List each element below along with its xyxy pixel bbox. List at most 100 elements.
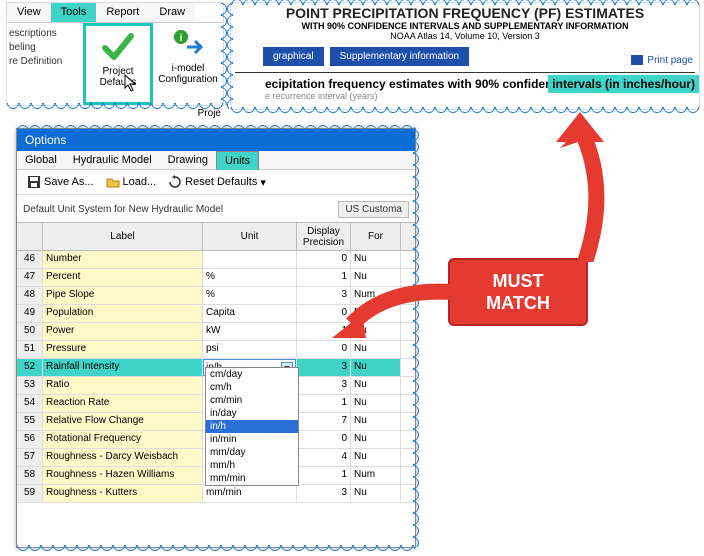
imodel-label2: Configuration — [158, 74, 217, 85]
noaa-tab-graphical[interactable]: graphical — [263, 47, 324, 66]
dropdown-option[interactable]: mm/day — [206, 446, 298, 459]
precision-cell: 3 — [297, 377, 351, 394]
format-cell: Nu — [351, 449, 401, 466]
dropdown-option[interactable]: cm/day — [206, 368, 298, 381]
format-cell: Num — [351, 467, 401, 484]
row-number: 57 — [17, 449, 43, 466]
format-cell: Nu — [351, 485, 401, 502]
svg-text:i: i — [180, 33, 183, 44]
grid-header: Label Unit Display Precision For — [17, 223, 415, 251]
precision-cell: 0 — [297, 341, 351, 358]
row-number: 52 — [17, 359, 43, 376]
project-defaults-button[interactable]: ProjectDefaults — [83, 23, 153, 105]
unit-cell[interactable]: mm/min — [203, 485, 297, 502]
row-label: Rotational Frequency — [43, 431, 203, 448]
format-cell: Nu — [351, 395, 401, 412]
checkmark-icon — [101, 30, 135, 64]
tab-drawing[interactable]: Drawing — [160, 151, 216, 169]
precision-cell: 4 — [297, 449, 351, 466]
dropdown-option[interactable]: in/day — [206, 407, 298, 420]
row-number: 59 — [17, 485, 43, 502]
save-as-button[interactable]: Save As... — [23, 174, 98, 190]
dropdown-option[interactable]: in/min — [206, 433, 298, 446]
noaa-title: POINT PRECIPITATION FREQUENCY (PF) ESTIM… — [231, 3, 699, 21]
tab-hydraulic-model[interactable]: Hydraulic Model — [65, 151, 160, 169]
options-title: Options — [17, 129, 415, 151]
imodel-icon: i — [171, 27, 205, 61]
unit-cell[interactable]: Capita — [203, 305, 297, 322]
imodel-label: i-model — [172, 63, 205, 74]
format-cell: Nu — [351, 413, 401, 430]
options-toolbar: Save As... Load... Reset Defaults ▾ — [17, 170, 415, 195]
dropdown-option[interactable]: mm/min — [206, 472, 298, 485]
precision-cell: 0 — [297, 431, 351, 448]
ribbon-left-item: beling — [9, 41, 81, 55]
row-label: Relative Flow Change — [43, 413, 203, 430]
tab-units[interactable]: Units — [216, 151, 259, 170]
print-page-link[interactable]: Print page — [631, 55, 693, 66]
row-label: Roughness - Darcy Weisbach — [43, 449, 203, 466]
imodel-config-button[interactable]: i i-modelConfiguration — [153, 23, 223, 105]
ribbon-tab-view[interactable]: View — [7, 3, 51, 22]
floppy-icon — [27, 175, 41, 189]
callout-arrow-up — [540, 108, 630, 262]
row-number: 47 — [17, 269, 43, 286]
noaa-tab-supplementary[interactable]: Supplementary information — [330, 47, 470, 66]
row-number: 49 — [17, 305, 43, 322]
dropdown-option[interactable]: in/h — [206, 420, 298, 433]
precision-cell: 3 — [297, 485, 351, 502]
row-label: Population — [43, 305, 203, 322]
load-button[interactable]: Load... — [102, 174, 161, 190]
unit-cell[interactable] — [203, 251, 297, 268]
row-number: 56 — [17, 431, 43, 448]
tab-global[interactable]: Global — [17, 151, 65, 169]
reset-icon — [168, 175, 182, 189]
noaa-highlight-units: intervals (in inches/hour) — [548, 75, 699, 93]
options-description: Default Unit System for New Hydraulic Mo… — [23, 204, 223, 215]
precision-cell: 0 — [297, 251, 351, 268]
us-customary-button[interactable]: US Customa — [338, 201, 409, 218]
ribbon-left-item: escriptions — [9, 27, 81, 41]
callout-line1: MUST — [493, 271, 544, 291]
col-rownum — [17, 223, 43, 250]
format-cell: Nu — [351, 251, 401, 268]
row-label: Pipe Slope — [43, 287, 203, 304]
unit-cell[interactable]: % — [203, 269, 297, 286]
ribbon-left-list: escriptions beling re Definition — [7, 23, 83, 105]
precision-cell: 7 — [297, 413, 351, 430]
row-label: Roughness - Hazen Williams — [43, 467, 203, 484]
table-row[interactable]: 51Pressurepsi0Nu — [17, 341, 415, 359]
unit-dropdown[interactable]: cm/daycm/hcm/minin/dayin/hin/minmm/daymm… — [205, 367, 299, 486]
precision-cell: 1 — [297, 467, 351, 484]
ribbon-tab-report[interactable]: Report — [96, 3, 149, 22]
unit-cell[interactable]: kW — [203, 323, 297, 340]
unit-cell[interactable]: psi — [203, 341, 297, 358]
dropdown-option[interactable]: mm/h — [206, 459, 298, 472]
table-row[interactable]: 46Number 0Nu — [17, 251, 415, 269]
callout-line2: MATCH — [486, 293, 550, 313]
precision-cell: 3 — [297, 359, 351, 376]
col-precision: Display Precision — [297, 223, 351, 250]
folder-open-icon — [106, 175, 120, 189]
row-label: Pressure — [43, 341, 203, 358]
row-number: 53 — [17, 377, 43, 394]
ribbon-panel: View Tools Report Draw escriptions belin… — [6, 2, 224, 106]
row-number: 58 — [17, 467, 43, 484]
ribbon-tab-draw[interactable]: Draw — [149, 3, 195, 22]
row-label: Percent — [43, 269, 203, 286]
format-cell: Nu — [351, 377, 401, 394]
col-unit: Unit — [203, 223, 297, 250]
unit-cell[interactable]: % — [203, 287, 297, 304]
col-format: For — [351, 223, 401, 250]
reset-defaults-button[interactable]: Reset Defaults ▾ — [164, 174, 270, 190]
ribbon-tab-tools[interactable]: Tools — [51, 3, 97, 22]
row-number: 46 — [17, 251, 43, 268]
ribbon-left-item: re Definition — [9, 55, 81, 69]
table-row[interactable]: 59Roughness - Kuttersmm/min3Nu — [17, 485, 415, 503]
row-label: Reaction Rate — [43, 395, 203, 412]
reset-label: Reset Defaults — [185, 176, 257, 188]
dropdown-option[interactable]: cm/h — [206, 381, 298, 394]
cursor-icon — [124, 74, 138, 92]
row-label: Number — [43, 251, 203, 268]
dropdown-option[interactable]: cm/min — [206, 394, 298, 407]
